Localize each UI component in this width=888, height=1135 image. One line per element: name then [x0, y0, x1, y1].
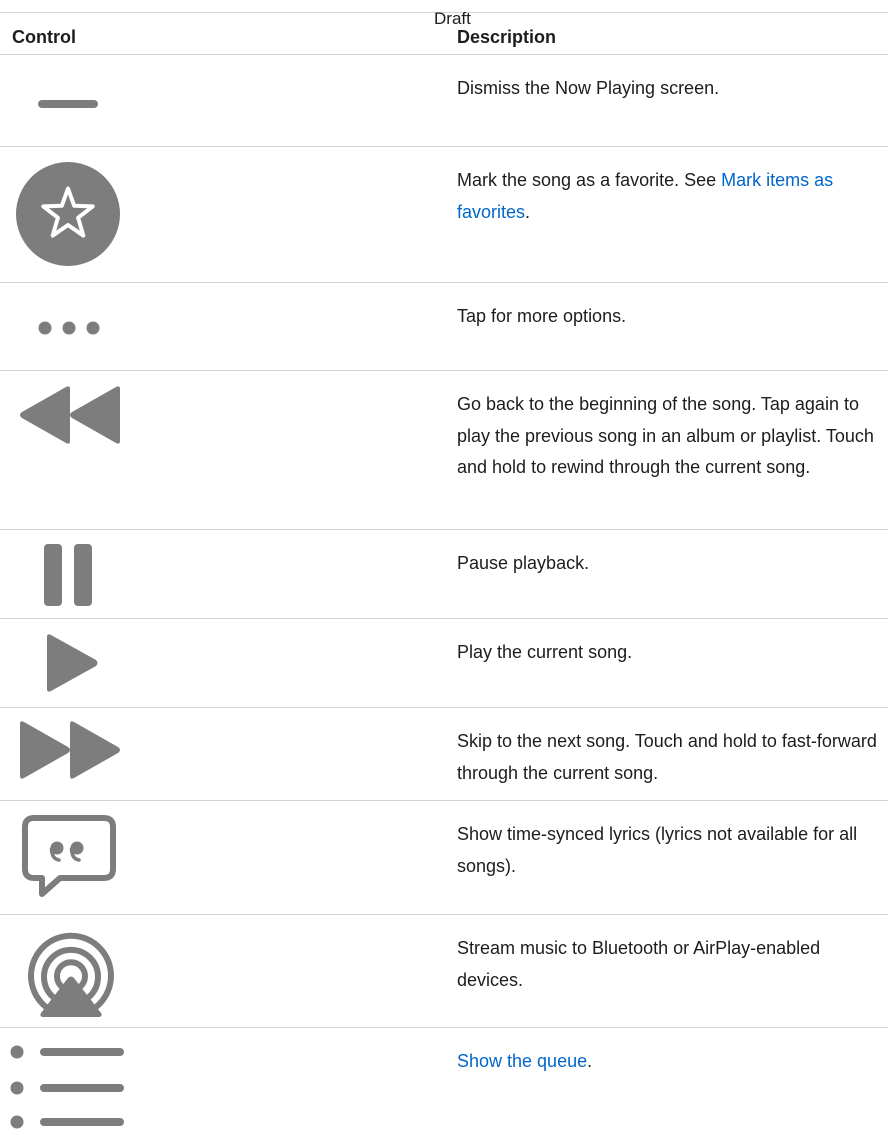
row-description: Show the queue.	[457, 1051, 593, 1071]
lyrics-quote-icon[interactable]	[22, 815, 116, 897]
dismiss-bar-icon[interactable]	[38, 99, 98, 109]
control-column-header: Control	[12, 27, 76, 47]
table-row: Show time-synced lyrics (lyrics not avai…	[0, 800, 888, 915]
row-description: Skip to the next song. Touch and hold to…	[457, 731, 877, 783]
row-description: Tap for more options.	[457, 306, 627, 326]
play-icon[interactable]	[45, 633, 99, 693]
rewind-icon[interactable]	[18, 385, 122, 445]
table-row: Show the queue.	[0, 1027, 888, 1135]
table-row: Skip to the next song. Touch and hold to…	[0, 707, 888, 801]
row-description: Play the current song.	[457, 642, 633, 662]
show-queue-link[interactable]: Show the queue	[457, 1051, 587, 1071]
table-row: Dismiss the Now Playing screen.	[0, 54, 888, 147]
row-description: Stream music to Bluetooth or AirPlay-ena…	[457, 938, 821, 990]
table-row: Play the current song.	[0, 618, 888, 708]
row-description: Dismiss the Now Playing screen.	[457, 78, 720, 98]
row-description: Show time-synced lyrics (lyrics not avai…	[457, 824, 858, 876]
fast-forward-icon[interactable]	[18, 720, 122, 780]
table-row: Stream music to Bluetooth or AirPlay-ena…	[0, 914, 888, 1028]
pause-icon[interactable]	[44, 544, 94, 606]
airplay-icon[interactable]	[21, 923, 121, 1021]
table-row: Go back to the beginning of the song. Ta…	[0, 370, 888, 530]
more-options-icon[interactable]	[38, 321, 100, 335]
table-row: Pause playback.	[0, 529, 888, 619]
draft-watermark: Draft	[434, 9, 471, 28]
description-column-header: Description	[457, 27, 557, 47]
row-description: Go back to the beginning of the song. Ta…	[457, 394, 874, 477]
table-row: Mark the song as a favorite. See Mark it…	[0, 146, 888, 283]
row-description: Mark the song as a favorite. See Mark it…	[457, 170, 834, 222]
table-row: Tap for more options.	[0, 282, 888, 371]
row-description: Pause playback.	[457, 553, 590, 573]
favorite-star-icon[interactable]	[15, 161, 121, 267]
queue-list-icon[interactable]	[10, 1044, 126, 1130]
